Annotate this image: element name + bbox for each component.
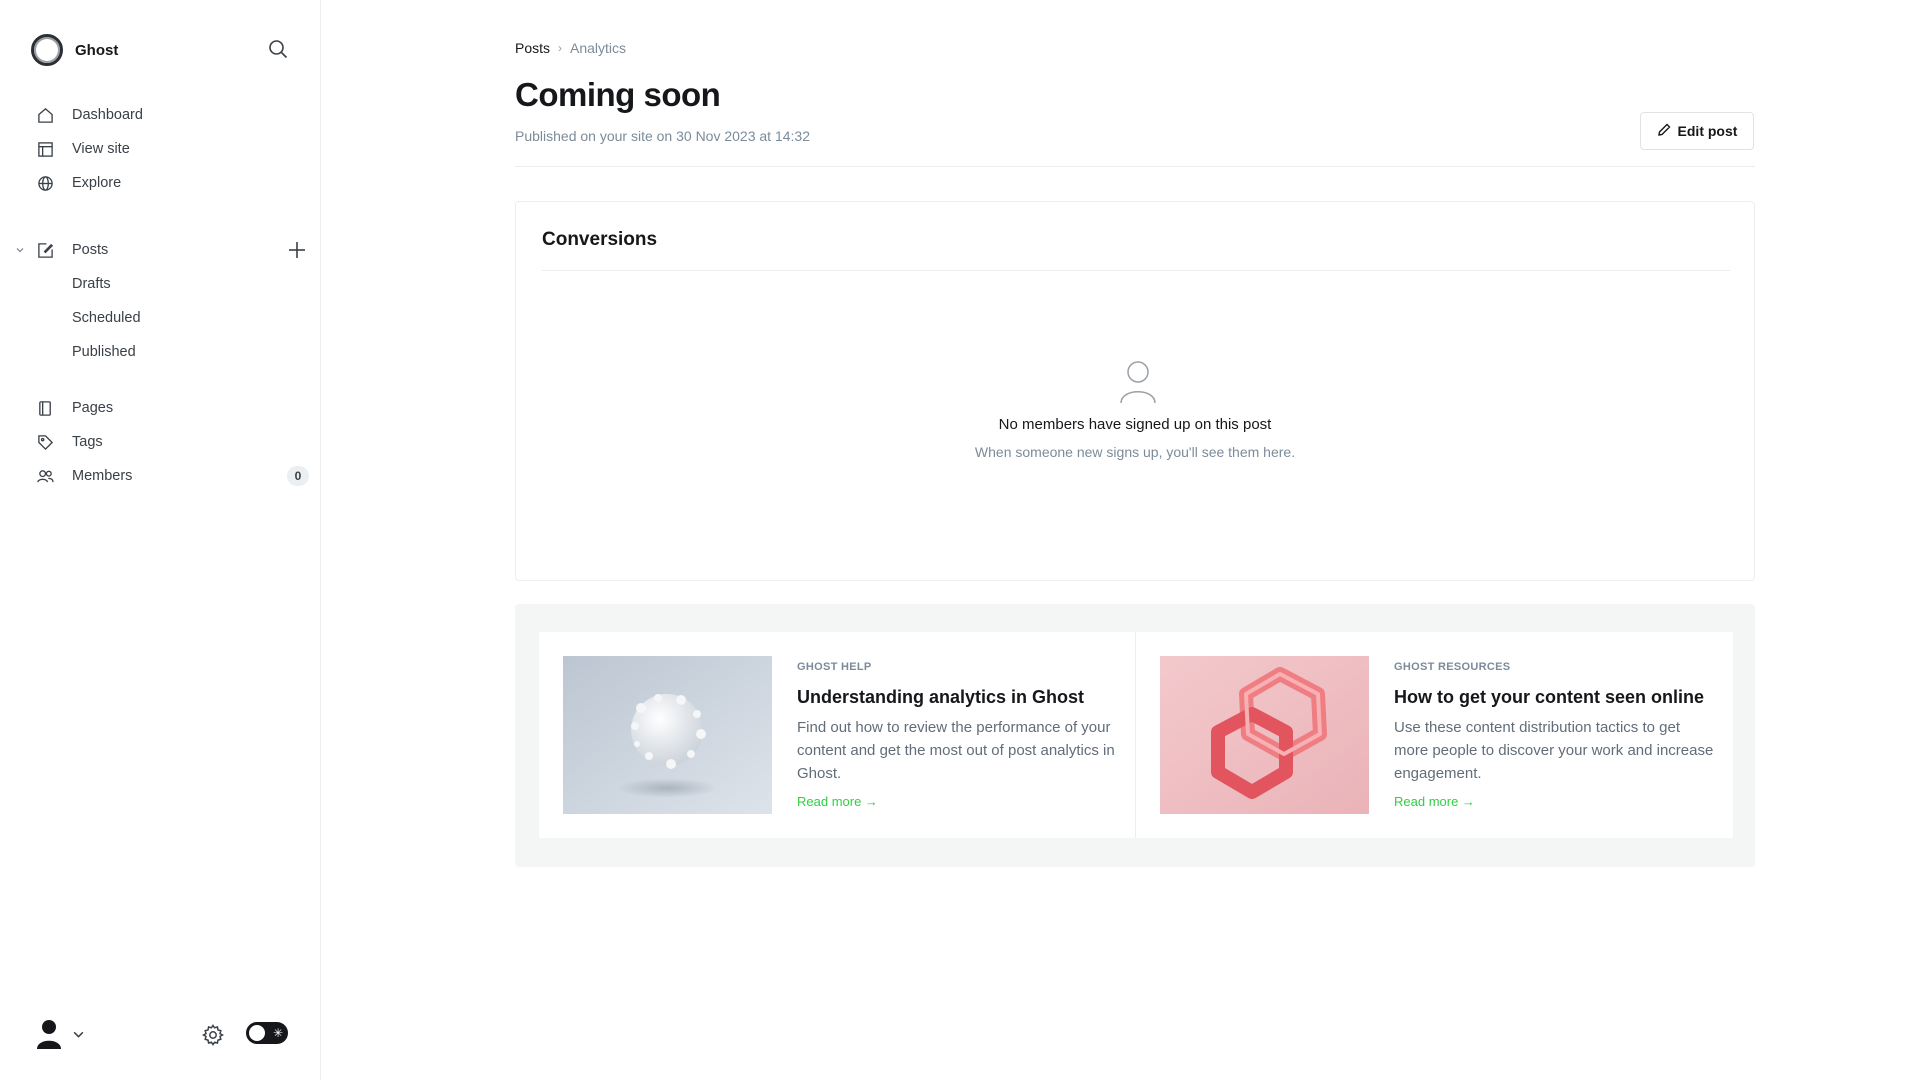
layout-icon [36,140,54,158]
resource-title: How to get your content seen online [1394,687,1705,707]
sidebar-item-scheduled[interactable]: Scheduled [36,301,296,335]
read-more-link[interactable]: Read more → [797,794,1117,809]
chevron-right-icon: › [558,41,563,55]
chevron-down-icon[interactable] [14,244,26,256]
resource-title: Understanding analytics in Ghost [797,687,1085,707]
resource-text: GHOST HELP Understanding analytics in Gh… [797,656,1117,809]
new-post-button[interactable] [287,240,307,260]
page-title: Coming soon [515,76,721,113]
site-logo [31,34,63,66]
avatar[interactable] [36,1019,62,1049]
sidebar-item-label: Members [72,468,133,484]
posts-nav: Posts Drafts Scheduled Published [16,233,305,369]
empty-state-title: No members have signed up on this post [998,416,1272,433]
sidebar-item-label: View site [72,141,130,157]
edit-icon [36,241,54,259]
resource-card[interactable]: GHOST RESOURCES How to get your content … [1136,632,1733,838]
conversions-card: Conversions No members have signed up on… [515,201,1755,581]
sidebar-item-published[interactable]: Published [36,335,296,369]
site-name: Ghost [75,41,119,59]
globe-icon [36,174,54,192]
resource-description: Find out how to review the performance o… [797,719,1115,782]
user-icon [1118,360,1158,404]
gear-icon[interactable] [201,1023,225,1047]
breadcrumb-posts-link[interactable]: Posts [515,40,550,56]
sidebar-item-view-site[interactable]: View site [36,132,296,166]
secondary-nav: Pages Tags Members 0 [36,391,309,493]
resources-panel: GHOST HELP Understanding analytics in Gh… [515,604,1755,867]
members-count-badge: 0 [287,466,309,486]
tag-icon [36,433,54,451]
chevron-down-icon[interactable] [72,1028,85,1046]
sidebar-item-dashboard[interactable]: Dashboard [36,98,296,132]
published-date: Published on your site on 30 Nov 2023 at… [515,128,810,144]
divider [542,270,1730,271]
search-icon[interactable] [266,37,290,61]
resource-description: Use these content distribution tactics t… [1394,719,1714,782]
resource-category: GHOST HELP [797,661,872,673]
resource-image [563,656,772,814]
sidebar-item-label: Dashboard [72,107,143,123]
sidebar-footer: ✳ [36,1017,292,1053]
sidebar-item-label: Pages [72,400,114,416]
sidebar-item-pages[interactable]: Pages [36,391,296,425]
pages-icon [36,399,54,417]
sidebar-item-members[interactable]: Members 0 [36,459,309,493]
conversions-title: Conversions [542,229,658,250]
edit-post-label: Edit post [1677,123,1738,139]
theme-toggle[interactable]: ✳ [246,1022,288,1044]
toggle-knob [249,1025,265,1041]
read-more-link[interactable]: Read more → [1394,794,1714,809]
sidebar-item-explore[interactable]: Explore [36,166,296,200]
divider [515,166,1755,167]
resource-image [1160,656,1369,814]
sidebar-item-label: Explore [72,175,122,191]
members-icon [36,467,54,485]
resource-category: GHOST RESOURCES [1394,661,1511,673]
edit-post-button[interactable]: Edit post [1640,112,1754,150]
site-brand[interactable]: Ghost [31,34,118,66]
sun-icon: ✳ [272,1026,283,1040]
sidebar-item-tags[interactable]: Tags [36,425,296,459]
primary-nav: Dashboard View site Explore [36,98,296,200]
sidebar-item-drafts[interactable]: Drafts [36,267,296,301]
breadcrumb-current: Analytics [570,40,627,56]
resource-card[interactable]: GHOST HELP Understanding analytics in Gh… [539,632,1136,838]
sidebar-item-posts[interactable]: Posts [16,233,305,267]
sidebar: Ghost Dashboard View site Explore Posts … [0,0,321,1080]
sidebar-item-label: Posts [72,242,109,258]
sidebar-item-label: Tags [72,434,103,450]
empty-state-subtitle: When someone new signs up, you'll see th… [974,444,1296,460]
resource-text: GHOST RESOURCES How to get your content … [1394,656,1714,809]
breadcrumb: Posts › Analytics [515,40,626,56]
pencil-icon [1657,123,1671,140]
home-icon [36,106,54,124]
